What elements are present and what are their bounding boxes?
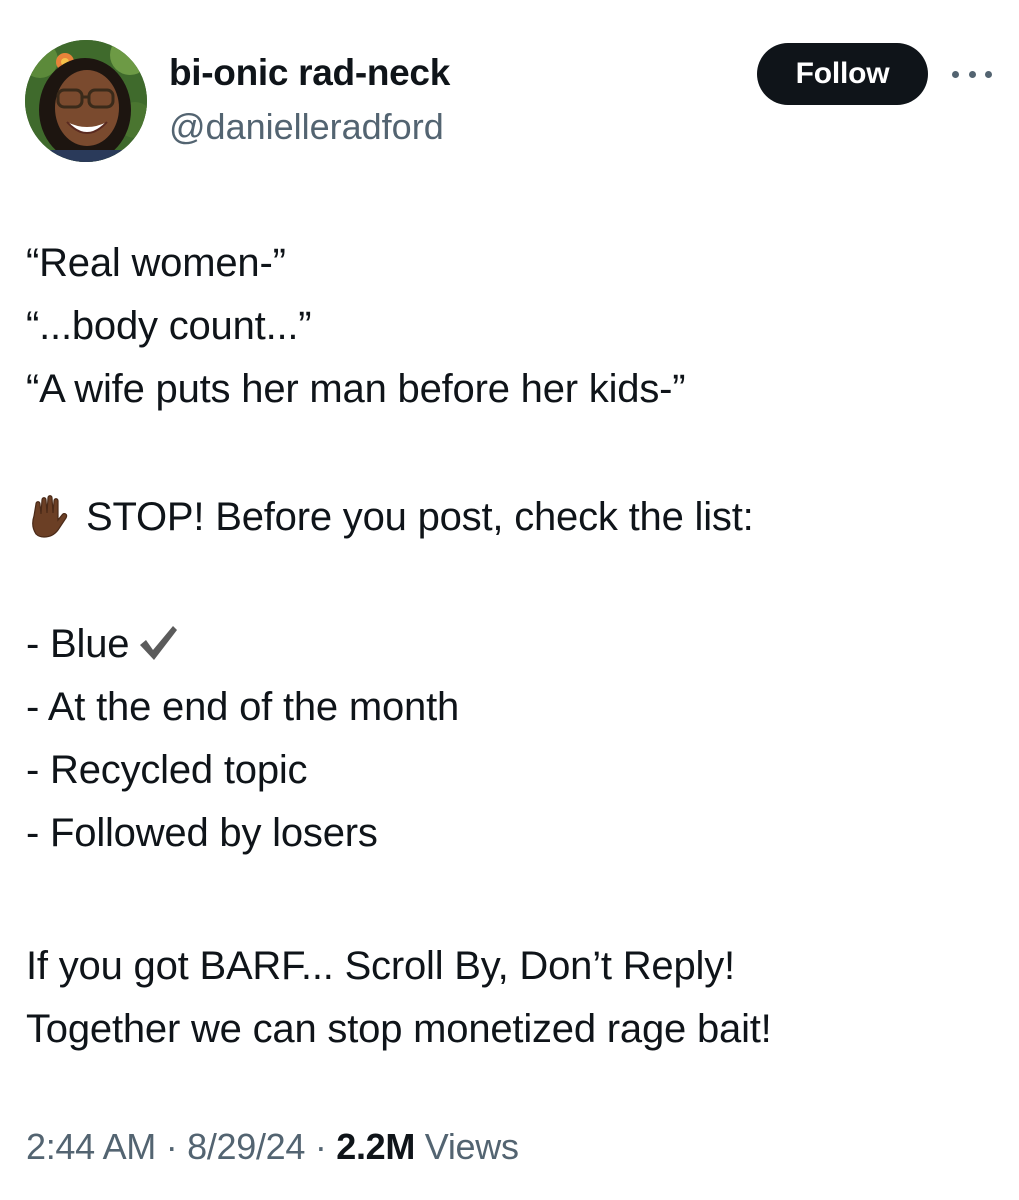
ellipsis-dot xyxy=(968,70,976,78)
list-item-text: - Blue xyxy=(26,622,130,666)
stop-line: STOP! Before you post, check the list: xyxy=(26,486,1006,549)
list-item: - Blue xyxy=(26,613,1006,676)
display-name[interactable]: bi-onic rad-neck xyxy=(169,52,450,94)
ellipsis-dot xyxy=(952,70,959,78)
views-count[interactable]: 2.2M xyxy=(336,1126,415,1167)
meta-separator: · xyxy=(165,1126,178,1167)
tweet-meta: 2:44 AM · 8/29/24 · 2.2M Views xyxy=(26,1126,519,1168)
closing-line: Together we can stop monetized rage bait… xyxy=(26,1007,772,1051)
avatar[interactable] xyxy=(25,40,147,162)
quote-line: “Real women-” xyxy=(26,241,286,285)
quote-line: “A wife puts her man before her kids-” xyxy=(26,367,686,411)
tweet-date[interactable]: 8/29/24 xyxy=(187,1126,305,1167)
ellipsis-dot xyxy=(985,70,992,78)
user-handle[interactable]: @danielleradford xyxy=(169,106,444,148)
views-label: Views xyxy=(424,1126,519,1167)
raised-hand-icon xyxy=(26,494,80,557)
list-item: - At the end of the month xyxy=(26,685,460,729)
list-item: - Followed by losers xyxy=(26,811,378,855)
stop-text: STOP! Before you post, check the list: xyxy=(86,495,754,539)
check-mark-icon xyxy=(137,619,179,682)
meta-separator: · xyxy=(314,1126,327,1167)
tweet-time[interactable]: 2:44 AM xyxy=(26,1126,156,1167)
quote-line: “...body count...” xyxy=(26,304,312,348)
ellipsis-icon[interactable] xyxy=(952,62,992,86)
list-item: - Recycled topic xyxy=(26,748,308,792)
stop-paragraph: STOP! Before you post, check the list: xyxy=(26,486,1006,549)
follow-button[interactable]: Follow xyxy=(757,43,928,105)
checklist: - Blue - At the end of the month - Recyc… xyxy=(26,613,1006,865)
tweet-body: “Real women-” “...body count...” “A wife… xyxy=(26,232,1006,421)
closing-line: If you got BARF... Scroll By, Don’t Repl… xyxy=(26,944,735,988)
closing-paragraph: If you got BARF... Scroll By, Don’t Repl… xyxy=(26,935,1006,1061)
